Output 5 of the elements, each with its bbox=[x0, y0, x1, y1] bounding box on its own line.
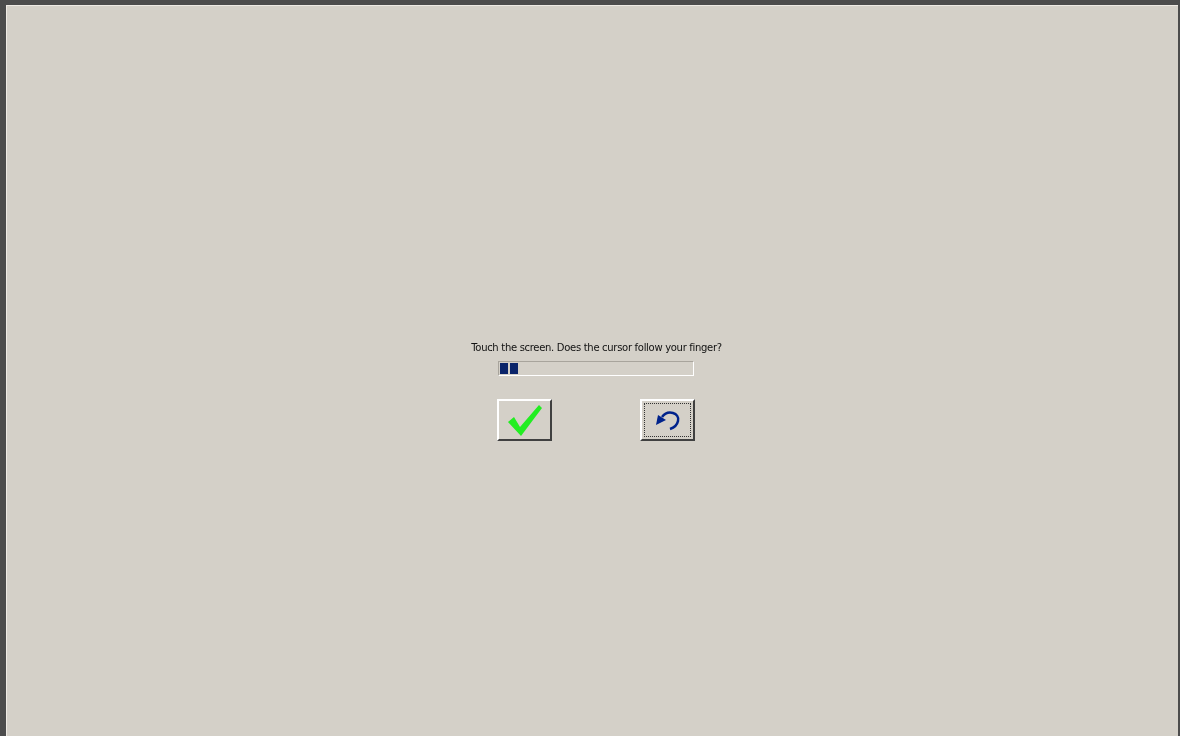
prompt-text: Touch the screen. Does the cursor follow your finger? bbox=[471, 342, 722, 353]
undo-arrow-icon bbox=[654, 409, 682, 431]
undo-button[interactable] bbox=[640, 399, 696, 441]
checkmark-icon bbox=[506, 403, 544, 437]
accept-button[interactable] bbox=[497, 399, 553, 441]
